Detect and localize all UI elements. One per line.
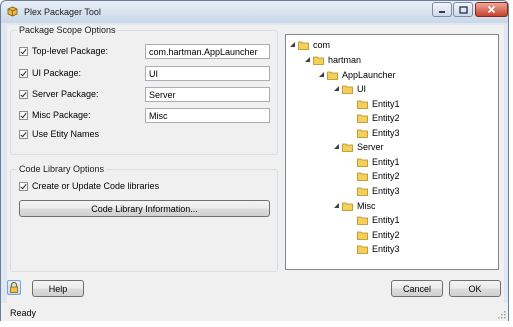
server-package-checkbox[interactable] [19, 89, 28, 99]
tree-node-entity[interactable]: Entity1 [357, 155, 400, 168]
folder-icon [357, 231, 368, 240]
top-level-row: Top-level Package: [19, 44, 108, 58]
status-text: Ready [10, 308, 37, 318]
maximize-icon [458, 5, 468, 14]
title-bar[interactable]: Plex Packager Tool [1, 1, 508, 23]
create-update-checkbox[interactable] [19, 181, 28, 191]
minimize-icon [439, 10, 445, 13]
package-scope-legend: Package Scope Options [19, 25, 116, 35]
entity-names-checkbox[interactable] [19, 129, 28, 139]
minimize-button[interactable] [432, 2, 452, 17]
misc-package-input[interactable]: Misc [145, 108, 270, 123]
tree-node-label: Entity3 [372, 185, 400, 196]
tree-node-label: Entity1 [372, 214, 400, 225]
ui-package-checkbox[interactable] [19, 68, 28, 78]
tree-node-misc[interactable]: Misc [334, 199, 376, 212]
ok-button[interactable]: OK [449, 280, 501, 297]
ui-package-row: UI Package: [19, 66, 81, 80]
cancel-button[interactable]: Cancel [391, 280, 443, 297]
tree-node-entity[interactable]: Entity2 [357, 169, 400, 182]
tree-node-label: Entity3 [372, 127, 400, 138]
entity-names-row: Use Etity Names [19, 127, 99, 141]
tree-node-label: Misc [357, 200, 376, 211]
tree-node-entity[interactable]: Entity1 [357, 97, 400, 110]
expanded-triangle-icon [319, 72, 324, 77]
tree-node-label: Entity2 [372, 112, 400, 123]
lock-icon [10, 281, 18, 293]
server-package-input[interactable]: Server [145, 87, 270, 102]
resize-grip-icon[interactable] [497, 310, 506, 319]
entity-names-label: Use Etity Names [32, 129, 100, 139]
window-title: Plex Packager Tool [24, 7, 101, 17]
client-area: Package Scope Options Top-level Package:… [7, 25, 504, 319]
top-level-label: Top-level Package: [32, 46, 109, 56]
tree-node-server[interactable]: Server [334, 140, 384, 153]
folder-icon [357, 216, 368, 225]
tree-node-hartman[interactable]: hartman [305, 53, 361, 66]
folder-icon [357, 187, 368, 196]
folder-icon [357, 100, 368, 109]
tree-node-label: Entity2 [372, 170, 400, 181]
folder-icon [357, 172, 368, 181]
tree-node-com[interactable]: com [290, 38, 330, 51]
tree-node-label: AppLauncher [342, 69, 396, 80]
tree-node-label: Entity3 [372, 243, 400, 254]
tree-node-entity[interactable]: Entity3 [357, 184, 400, 197]
misc-package-row: Misc Package: [19, 108, 91, 122]
status-bar: Ready [1, 303, 508, 321]
misc-package-label: Misc Package: [32, 110, 91, 120]
package-icon [7, 6, 18, 17]
top-level-input[interactable]: com.hartman.AppLauncher [145, 44, 270, 59]
tree-node-entity[interactable]: Entity3 [357, 126, 400, 139]
tree-node-ui[interactable]: UI [334, 82, 366, 95]
code-library-legend: Code Library Options [19, 164, 105, 174]
folder-icon [342, 85, 353, 94]
ui-package-input[interactable]: UI [145, 66, 270, 81]
help-button[interactable]: Help [32, 280, 84, 297]
lock-button[interactable] [7, 280, 21, 295]
server-package-row: Server Package: [19, 87, 99, 101]
tree-node-entity[interactable]: Entity2 [357, 228, 400, 241]
server-package-label: Server Package: [32, 89, 99, 99]
folder-icon [357, 245, 368, 254]
expanded-triangle-icon [305, 57, 310, 62]
tree-node-label: UI [357, 83, 366, 94]
create-update-row: Create or Update Code libraries [19, 179, 159, 193]
tree-node-label: Entity2 [372, 229, 400, 240]
create-update-label: Create or Update Code libraries [32, 181, 160, 191]
tree-node-applauncher[interactable]: AppLauncher [319, 68, 396, 81]
folder-icon [357, 114, 368, 123]
tree-node-entity[interactable]: Entity2 [357, 111, 400, 124]
folder-icon [327, 71, 338, 80]
tree-node-label: Entity1 [372, 98, 400, 109]
tree-node-label: com [313, 39, 331, 50]
maximize-button[interactable] [453, 2, 473, 17]
misc-package-checkbox[interactable] [19, 110, 28, 120]
top-level-checkbox[interactable] [19, 46, 28, 56]
folder-icon [342, 143, 353, 152]
tree-node-label: Entity1 [372, 156, 400, 167]
folder-icon [357, 158, 368, 167]
expanded-triangle-icon [290, 42, 295, 47]
close-button[interactable] [475, 2, 508, 17]
folder-icon [298, 41, 309, 50]
folder-icon [342, 202, 353, 211]
package-tree[interactable]: com hartman AppLauncher UI Entity1 Entit… [285, 34, 499, 270]
folder-icon [357, 129, 368, 138]
expanded-triangle-icon [334, 144, 339, 149]
folder-icon [313, 56, 324, 65]
code-library-info-button[interactable]: Code Library Information... [19, 200, 270, 217]
tree-node-label: Server [357, 141, 384, 152]
expanded-triangle-icon [334, 203, 339, 208]
expanded-triangle-icon [334, 86, 339, 91]
close-icon [487, 5, 496, 14]
tree-node-label: hartman [328, 54, 362, 65]
ui-package-label: UI Package: [32, 68, 82, 78]
tree-node-entity[interactable]: Entity1 [357, 213, 400, 226]
tree-node-entity[interactable]: Entity3 [357, 242, 400, 255]
plex-packager-window: Plex Packager Tool Package Scope Options… [0, 0, 509, 321]
